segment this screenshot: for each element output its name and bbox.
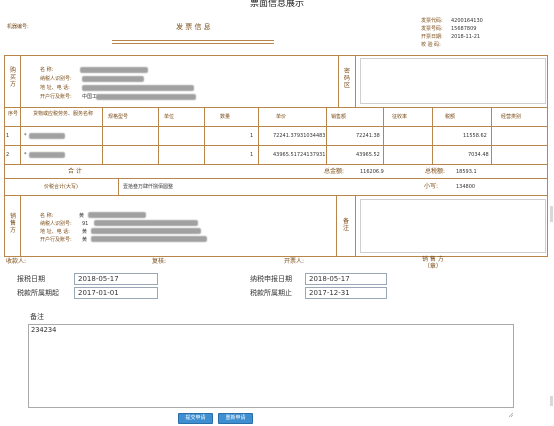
buyer-address-redacted: [82, 85, 194, 91]
col-header-name: 货物或应税劳务、服务名称: [33, 111, 94, 117]
table-row-1-amount: 72241.38: [356, 133, 380, 139]
seller-address-value: 黄: [82, 229, 88, 235]
report-date-label: 报税日期: [17, 275, 45, 283]
declare-date-input[interactable]: 2018-05-17: [305, 273, 387, 285]
table-row-2-tax: 7034.48: [468, 152, 489, 158]
buyer-address-label: 地 址、电 话:: [40, 85, 70, 91]
period-start-input[interactable]: 2017-01-01: [74, 287, 158, 299]
payee-label: 收款人:: [6, 258, 27, 265]
total-label: 合 计: [68, 168, 82, 175]
seller-taxid-redacted: [94, 220, 198, 226]
title-underline-2: [112, 43, 274, 44]
seller-name-label: 名 称:: [40, 213, 54, 219]
col-header-category: 经营类别: [501, 114, 522, 120]
table-row-1-unit-price: 72241.37931034483: [273, 133, 326, 139]
total-tax-label: 总税额:: [425, 168, 446, 175]
submit-button[interactable]: 提交申请: [178, 413, 213, 424]
seller-bank-value: 黄: [82, 237, 88, 243]
buyer-name-label: 名 称:: [40, 67, 54, 73]
col-header-tax-rate: 征收率: [392, 114, 408, 120]
buyer-taxid-label: 纳税人识别号:: [40, 76, 72, 82]
table-row-1-index: 1: [6, 133, 10, 139]
report-date-input[interactable]: 2018-05-17: [74, 273, 158, 285]
table-row-2-index: 2: [6, 152, 10, 158]
table-row-1-name: *: [24, 133, 27, 139]
seller-address-label: 地 址、电 话:: [40, 229, 70, 235]
small-total-value: 134800: [456, 184, 476, 190]
scrollbar-thumb[interactable]: [550, 206, 553, 222]
remark-label: 备注: [30, 313, 44, 321]
invoice-title: 发 票 信 息: [176, 23, 211, 31]
scrollbar-lower-thumb[interactable]: [550, 396, 553, 406]
total-tax-value: 18593.1: [456, 169, 477, 175]
buyer-taxid-redacted: [82, 76, 144, 82]
table-row-1-qty: 1: [250, 133, 254, 139]
period-end-input[interactable]: 2017-12-31: [305, 287, 387, 299]
invoice-code-label: 发票代码:: [421, 18, 443, 24]
buyer-bank-value: 中国工: [82, 94, 98, 100]
invoice-number-label: 发票号码:: [421, 26, 443, 32]
seller-taxid-value: 91: [82, 221, 89, 227]
buyer-bank-redacted: [96, 94, 196, 100]
seller-side-label: 销 售 方: [9, 213, 16, 234]
remark-textarea-value: 234234: [31, 326, 57, 334]
remark-textarea[interactable]: 234234: [28, 324, 514, 418]
title-underline-1: [112, 40, 274, 41]
seller-bank-label: 开户行及账号:: [40, 237, 72, 243]
col-header-qty: 数量: [220, 114, 231, 120]
col-header-amount: 销售额: [331, 114, 347, 120]
col-header-index: 序号: [8, 111, 19, 117]
col-header-tax: 税额: [445, 114, 456, 120]
total-amount-label: 总金额:: [324, 168, 345, 175]
col-header-spec: 规格型号: [108, 114, 129, 120]
small-total-label: 小写:: [424, 183, 439, 190]
table-row-2-unit-price: 43965.51724137931: [273, 152, 326, 158]
table-row-2-name-redacted: [29, 152, 65, 158]
seller-bank-redacted: [91, 236, 207, 242]
window-title: 票面信息展示: [250, 0, 305, 9]
grand-total-upper: 壹拾叁万肆仟捌佰圆整: [123, 184, 174, 190]
table-row-2-name: *: [24, 152, 27, 158]
reviewer-label: 复核:: [152, 258, 167, 265]
table-row-1-name-redacted: [29, 133, 65, 139]
col-header-unit: 单位: [164, 114, 175, 120]
drawer-label: 开票人:: [284, 258, 305, 265]
col-header-unit-price: 单价: [276, 114, 287, 120]
seller-taxid-label: 纳税人识别号:: [40, 221, 72, 227]
table-row-1-tax: 11558.62: [463, 133, 487, 139]
cipher-area: [360, 58, 546, 104]
buyer-side-label: 购 买 方: [9, 67, 16, 88]
buyer-name-redacted: [80, 67, 148, 73]
textarea-resize-grip[interactable]: [508, 402, 514, 418]
cipher-area-label: 密 码 区: [343, 68, 350, 89]
seller-name-value: 黄: [79, 213, 85, 219]
reset-button[interactable]: 重新申请: [218, 413, 253, 424]
seller-stamp-label: 销 售 方 （章）: [422, 256, 444, 270]
table-row-2-qty: 1: [250, 152, 254, 158]
period-start-label: 税款所属期起: [17, 289, 59, 297]
seller-address-redacted: [91, 228, 201, 234]
seller-name-redacted: [88, 212, 146, 218]
table-row-2-amount: 43965.52: [356, 152, 380, 158]
check-code-label: 校 验 码:: [421, 42, 441, 48]
grand-total-label: 价税合计(大写): [44, 184, 78, 190]
machine-no-label: 机器编号:: [7, 24, 29, 30]
declare-date-label: 纳税申报日期: [250, 275, 292, 283]
remark-area: [360, 199, 546, 253]
remark-area-label: 备 注: [342, 218, 349, 232]
invoice-code-value: 4200164130: [451, 18, 483, 24]
total-amount-value: 116206.9: [360, 169, 384, 175]
period-end-label: 税款所属期止: [250, 289, 292, 297]
invoice-date-value: 2018-11-21: [451, 34, 481, 40]
buyer-bank-label: 开户行及账号:: [40, 94, 72, 100]
invoice-number-value: 15687809: [451, 26, 477, 32]
invoice-date-label: 开票日期:: [421, 34, 443, 40]
